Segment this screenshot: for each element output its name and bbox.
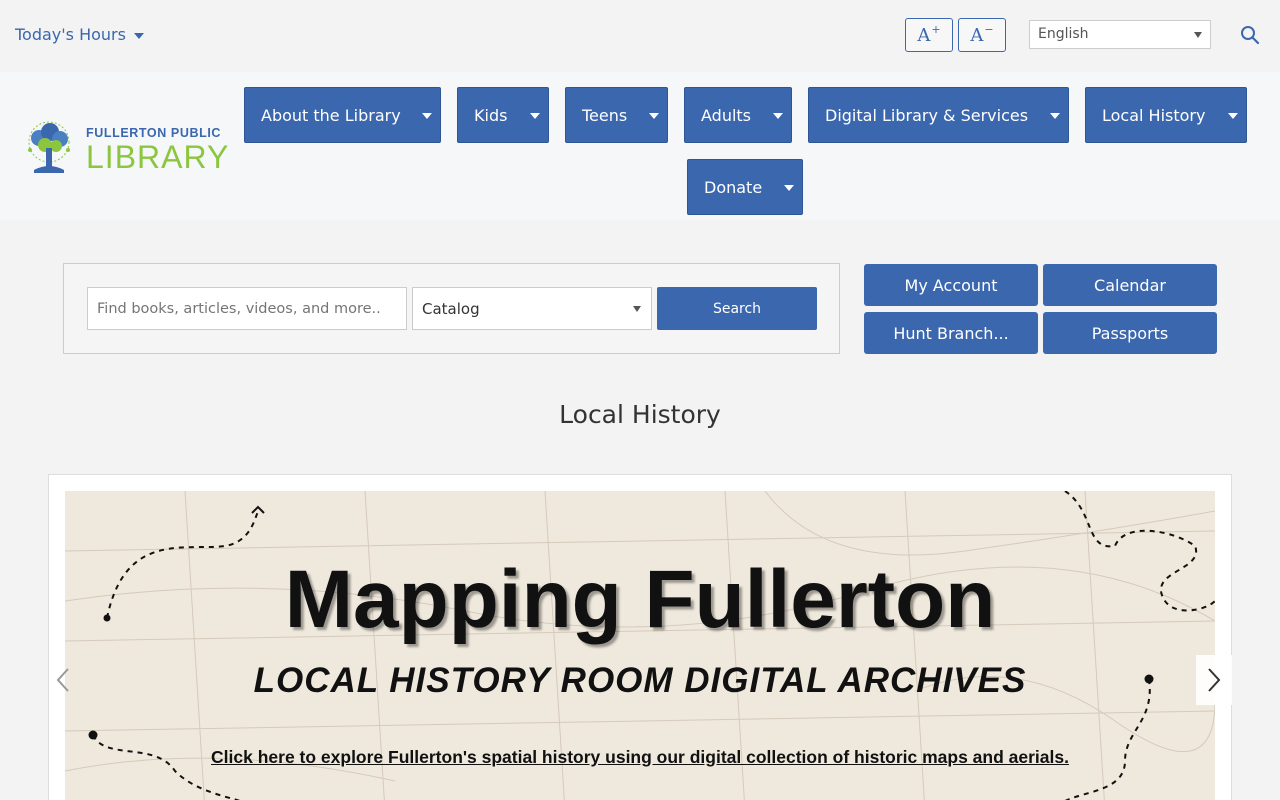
nav-about-the-library[interactable]: About the Library — [244, 87, 441, 143]
dropdown-arrow-icon — [633, 306, 641, 312]
search-scope-select[interactable]: Catalog — [412, 287, 652, 330]
search-button[interactable]: Search — [657, 287, 817, 330]
my-account-button[interactable]: My Account — [864, 264, 1038, 306]
logo-line-1: FULLERTON PUBLIC — [86, 125, 222, 140]
carousel-slide[interactable]: Mapping Fullerton LOCAL HISTORY ROOM DIG… — [65, 491, 1215, 800]
language-select[interactable]: English — [1029, 20, 1211, 49]
font-decrease-button[interactable]: A − — [958, 18, 1006, 52]
carousel-subtitle: LOCAL HISTORY ROOM DIGITAL ARCHIVES — [253, 661, 1027, 700]
tree-logo-icon — [28, 121, 70, 173]
nav-local-history[interactable]: Local History — [1085, 87, 1247, 143]
library-logo[interactable]: FULLERTON PUBLIC LIBRARY — [20, 118, 228, 182]
nav-adults[interactable]: Adults — [684, 87, 792, 143]
nav-digital-library-services[interactable]: Digital Library & Services — [808, 87, 1069, 143]
dropdown-arrow-icon — [1050, 113, 1060, 119]
nav-donate[interactable]: Donate — [687, 159, 803, 215]
search-icon[interactable] — [1240, 25, 1260, 45]
dropdown-arrow-icon — [773, 113, 783, 119]
catalog-search-panel: Catalog Search — [63, 263, 840, 354]
dropdown-arrow-icon — [422, 113, 432, 119]
page-title: Local History — [559, 400, 721, 429]
passports-button[interactable]: Passports — [1043, 312, 1217, 354]
carousel-cta-link[interactable]: Click here to explore Fullerton's spatia… — [65, 747, 1215, 768]
search-scope-value: Catalog — [422, 300, 480, 318]
chevron-left-icon — [56, 668, 69, 692]
dropdown-arrow-icon — [530, 113, 540, 119]
carousel-title: Mapping Fullerton — [284, 554, 996, 645]
chevron-right-icon — [1208, 668, 1221, 692]
nav-kids[interactable]: Kids — [457, 87, 549, 143]
font-increase-button[interactable]: A + — [905, 18, 953, 52]
search-input[interactable] — [87, 287, 407, 330]
utility-bar: Today's Hours A + A − English — [0, 0, 1280, 72]
featured-carousel: Mapping Fullerton LOCAL HISTORY ROOM DIG… — [48, 474, 1232, 800]
calendar-button[interactable]: Calendar — [1043, 264, 1217, 306]
carousel-prev-button[interactable] — [45, 655, 81, 705]
todays-hours-toggle[interactable]: Today's Hours — [15, 25, 144, 44]
chevron-down-icon — [133, 33, 144, 39]
nav-teens[interactable]: Teens — [565, 87, 668, 143]
dropdown-arrow-icon — [1228, 113, 1238, 119]
language-select-value: English — [1038, 26, 1089, 42]
carousel-next-button[interactable] — [1196, 655, 1232, 705]
hunt-branch-button[interactable]: Hunt Branch... — [864, 312, 1038, 354]
dropdown-arrow-icon — [1194, 32, 1202, 38]
todays-hours-label: Today's Hours — [15, 25, 126, 44]
site-header: FULLERTON PUBLIC LIBRARY About the Libra… — [0, 72, 1280, 220]
logo-line-2: LIBRARY — [86, 139, 230, 176]
logo-wordmark: FULLERTON PUBLIC LIBRARY — [86, 127, 229, 174]
dropdown-arrow-icon — [784, 185, 794, 191]
dropdown-arrow-icon — [649, 113, 659, 119]
